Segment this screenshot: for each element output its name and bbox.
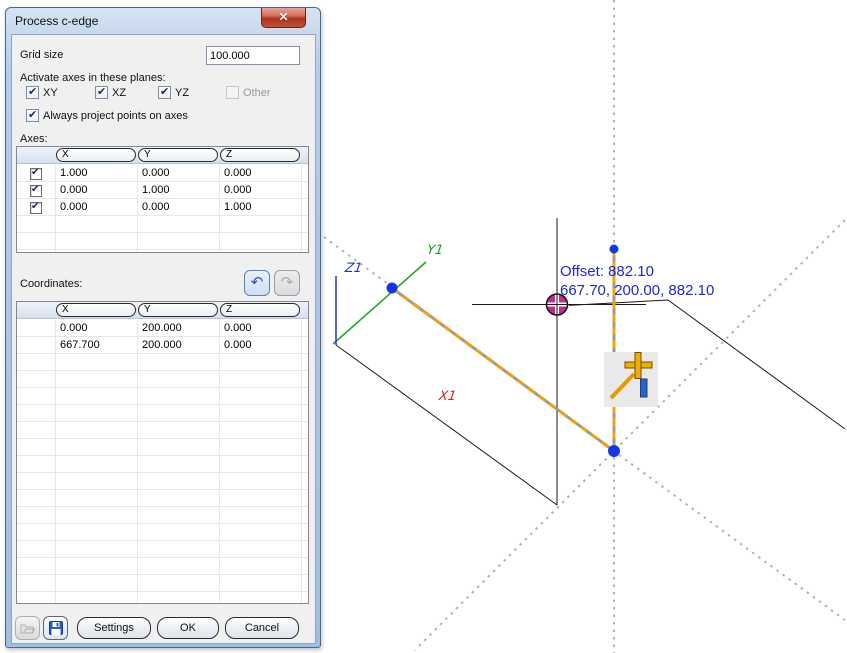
coordinates-table-header: X Y Z: [17, 302, 308, 319]
axis-z-value: 0.000: [219, 182, 301, 199]
point-start[interactable]: [387, 283, 398, 294]
coordinates-label: Coordinates:: [20, 278, 82, 290]
axis-z-value: 1.000: [219, 199, 301, 216]
checkbox-yz-label: YZ: [175, 87, 189, 99]
save-button[interactable]: [43, 616, 68, 640]
axes-table-row[interactable]: 0.000 0.000 1.000: [17, 199, 308, 216]
coordinate-z-value: 0.000: [219, 320, 301, 337]
x1-axis-label: X1: [438, 389, 457, 404]
planes-label: Activate axes in these planes:: [20, 72, 166, 84]
coordinate-z-value: 0.000: [219, 337, 301, 354]
settings-button[interactable]: Settings: [77, 617, 151, 639]
axis-x-value: 1.000: [55, 165, 137, 182]
z1-axis-label: Z1: [344, 261, 363, 276]
app-window: Offset: 882.10 667.70, 200.00, 882.10 Z1…: [0, 0, 847, 653]
checkbox-xy-label: XY: [43, 87, 58, 99]
coordinates-column-y[interactable]: Y: [138, 303, 218, 317]
axis-row-checkbox[interactable]: [30, 185, 42, 197]
coordinate-table-row[interactable]: 0.000 200.000 0.000: [17, 320, 308, 337]
axis-z-value: 0.000: [219, 165, 301, 182]
coordinates-column-x[interactable]: X: [56, 303, 136, 317]
y1-axis-label: Y1: [426, 243, 444, 258]
axes-table: X Y Z 1.000 0.000 0.000 0.000: [16, 146, 309, 253]
checkbox-project-points-label: Always project points on axes: [43, 110, 188, 122]
open-button: [15, 616, 40, 640]
undo-button[interactable]: ↶: [244, 270, 270, 296]
axes-column-y[interactable]: Y: [138, 148, 218, 162]
coordinates-column-z[interactable]: Z: [220, 303, 300, 317]
coordinates-table: X Y Z 0.000 200.000 0.000 667.70: [16, 301, 309, 604]
axis-y-value: 0.000: [137, 165, 219, 182]
redo-icon: ↷: [281, 274, 294, 291]
coordinate-y-value: 200.000: [137, 337, 219, 354]
checkbox-other-label: Other: [243, 87, 271, 99]
checkbox-project-points-box[interactable]: [26, 109, 39, 122]
coordinates-table-body: 0.000 200.000 0.000 667.700 200.000 0.00…: [17, 320, 308, 603]
checkbox-xy[interactable]: XY: [26, 86, 58, 99]
ok-button[interactable]: OK: [157, 617, 219, 639]
cancel-button[interactable]: Cancel: [225, 617, 299, 639]
checkbox-yz[interactable]: YZ: [158, 86, 189, 99]
axes-table-row[interactable]: 1.000 0.000 0.000: [17, 165, 308, 182]
dialog-title: Process c-edge: [15, 8, 98, 34]
redo-button: ↷: [274, 270, 300, 296]
checkbox-xz[interactable]: XZ: [95, 86, 126, 99]
axis-row-checkbox[interactable]: [30, 168, 42, 180]
offset-coordinates: 667.70, 200.00, 882.10: [560, 281, 714, 300]
undo-icon: ↶: [251, 274, 264, 291]
axes-table-body: 1.000 0.000 0.000 0.000 1.000 0.000 0.00…: [17, 165, 308, 252]
x1-axis-line: [336, 345, 557, 505]
axis-x-value: 0.000: [55, 182, 137, 199]
axes-table-row[interactable]: 0.000 1.000 0.000: [17, 182, 308, 199]
axis-row-checkbox[interactable]: [30, 202, 42, 214]
grid-size-input[interactable]: [206, 46, 300, 65]
coordinate-x-value: 667.700: [55, 337, 137, 354]
axes-table-header: X Y Z: [17, 147, 308, 164]
axis-y-value: 1.000: [137, 182, 219, 199]
axes-label: Axes:: [20, 133, 48, 145]
process-c-edge-dialog: Process c-edge ✕ Grid size Activate axes…: [5, 7, 321, 648]
construction-lines: [324, 0, 845, 653]
offset-value: Offset: 882.10: [560, 262, 714, 281]
grid-size-label: Grid size: [20, 49, 63, 61]
dialog-body: Grid size Activate axes in these planes:…: [11, 34, 316, 644]
axes-column-x[interactable]: X: [56, 148, 136, 162]
c-edge-line: [392, 288, 614, 451]
checkbox-other: Other: [226, 86, 271, 99]
save-floppy-icon: [49, 621, 63, 635]
point-offset-top[interactable]: [610, 245, 619, 254]
axes-column-z[interactable]: Z: [220, 148, 300, 162]
point-end[interactable]: [608, 445, 620, 457]
checkbox-xz-box[interactable]: [95, 86, 108, 99]
axis-x-value: 0.000: [55, 199, 137, 216]
checkbox-xz-label: XZ: [112, 87, 126, 99]
coordinate-x-value: 0.000: [55, 320, 137, 337]
snap-mode-badge: [604, 352, 658, 407]
coordinate-table-row[interactable]: 667.700 200.000 0.000: [17, 337, 308, 354]
checkbox-yz-box[interactable]: [158, 86, 171, 99]
title-bar[interactable]: Process c-edge ✕: [6, 8, 320, 34]
coordinate-y-value: 200.000: [137, 320, 219, 337]
close-button[interactable]: ✕: [261, 8, 306, 28]
offset-readout: Offset: 882.10 667.70, 200.00, 882.10: [560, 262, 714, 300]
badge-axis-bar-icon: [641, 379, 648, 397]
checkbox-xy-box[interactable]: [26, 86, 39, 99]
checkbox-other-box: [226, 86, 239, 99]
axis-y-value: 0.000: [137, 199, 219, 216]
checkbox-project-points[interactable]: Always project points on axes: [26, 109, 188, 122]
open-folder-icon: [20, 622, 35, 634]
badge-plus-icon-v: [635, 353, 641, 379]
badge-diagonal-line-icon: [611, 374, 634, 398]
